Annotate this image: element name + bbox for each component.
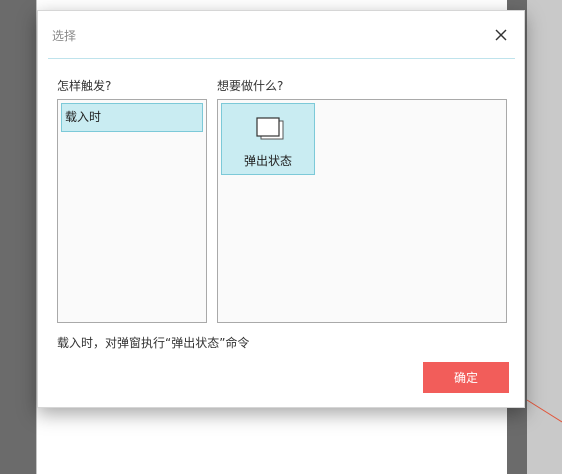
action-panel: 弹出状态 — [217, 99, 507, 323]
trigger-section-label: 怎样触发? — [57, 79, 112, 93]
action-section-label: 想要做什么? — [217, 79, 284, 93]
summary-text: 载入时，对弹窗执行“弹出状态”命令 — [57, 336, 250, 350]
trigger-list: 载入时 — [57, 99, 207, 323]
close-button[interactable] — [493, 27, 509, 43]
select-dialog: 选择 怎样触发? 想要做什么? 载入时 弹出状态 载入时，对弹窗执行“弹出状态”… — [37, 10, 525, 408]
confirm-button[interactable]: 确定 — [423, 362, 509, 393]
action-tile-label: 弹出状态 — [243, 154, 292, 168]
trigger-item-on-load[interactable]: 载入时 — [61, 103, 203, 132]
dialog-title: 选择 — [52, 29, 77, 43]
title-divider — [48, 58, 515, 59]
close-icon — [495, 29, 507, 41]
action-tile-popup-state[interactable]: 弹出状态 — [221, 103, 315, 175]
popup-layers-icon — [256, 117, 284, 140]
